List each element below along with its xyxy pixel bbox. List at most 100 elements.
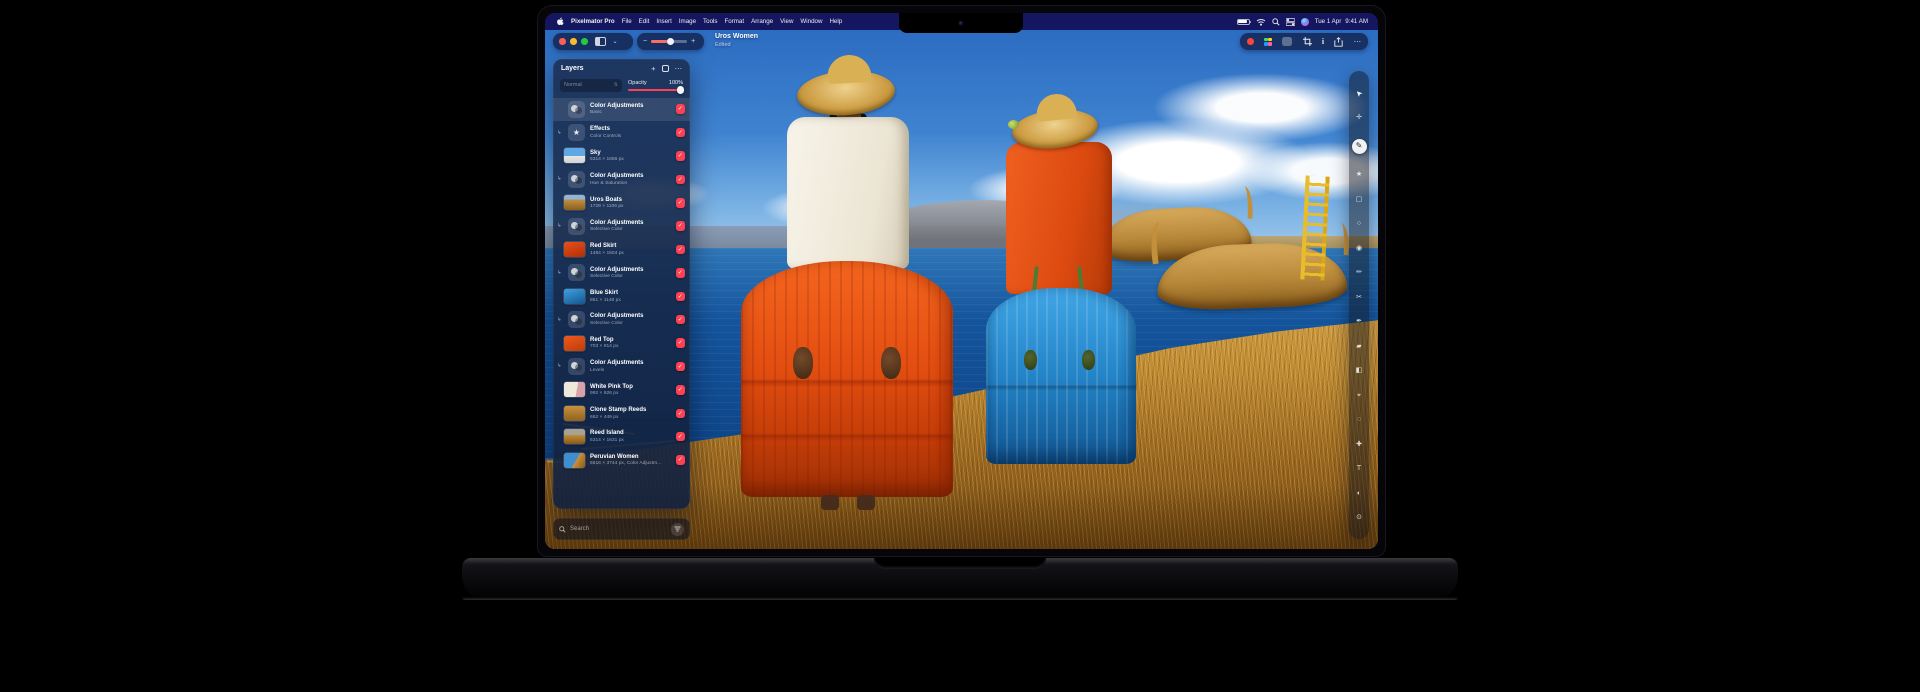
- layer-thumbnail: [564, 453, 585, 468]
- menu-item-app[interactable]: Pixelmator Pro: [571, 18, 615, 25]
- zoom-slider-knob[interactable]: [667, 38, 674, 45]
- layer-row[interactable]: ↳ Color AdjustmentsSelective Color ✓: [553, 261, 690, 284]
- visibility-checkbox[interactable]: ✓: [676, 315, 686, 325]
- layer-row[interactable]: Color AdjustmentsBasic ✓: [553, 98, 690, 121]
- more-button[interactable]: ⋯: [1353, 38, 1361, 46]
- filter-button[interactable]: [671, 523, 684, 536]
- layer-row[interactable]: Peruvian Women5616 × 3744 px, Color Adju…: [553, 448, 690, 471]
- siri-icon[interactable]: [1301, 18, 1309, 26]
- rect-selection-tool[interactable]: ▢: [1356, 196, 1363, 203]
- red-top: [1006, 142, 1112, 294]
- layer-options-icon[interactable]: [662, 65, 669, 72]
- menu-item-view[interactable]: View: [780, 18, 793, 25]
- menu-item-insert[interactable]: Insert: [656, 18, 671, 25]
- minimize-button[interactable]: [570, 38, 577, 45]
- visibility-checkbox[interactable]: ✓: [676, 175, 686, 185]
- visibility-checkbox[interactable]: ✓: [676, 245, 686, 255]
- layer-row[interactable]: Uros Boats1729 × 1106 px ✓: [553, 191, 690, 214]
- shape-tool[interactable]: ★: [1356, 171, 1362, 178]
- layer-row[interactable]: ↳ Color AdjustmentsLevels ✓: [553, 355, 690, 378]
- gradient-tool[interactable]: ▰: [1356, 343, 1361, 350]
- transform-tool[interactable]: ✛: [1356, 114, 1362, 121]
- zoom-slider[interactable]: [651, 40, 687, 43]
- layer-row[interactable]: ↳ Color AdjustmentsSelective Color ✓: [553, 308, 690, 331]
- layer-row[interactable]: Blue Skirt861 × 1148 px ✓: [553, 285, 690, 308]
- zoom-in-button[interactable]: +: [691, 38, 695, 45]
- visibility-checkbox[interactable]: ✓: [676, 104, 686, 114]
- clone-tool[interactable]: ◌: [1357, 416, 1361, 423]
- menu-clock[interactable]: Tue 1 Apr 9:41 AM: [1315, 18, 1368, 25]
- adjust-tool[interactable]: ◐: [1357, 490, 1361, 497]
- visibility-checkbox[interactable]: ✓: [676, 128, 686, 138]
- menu-item-image[interactable]: Image: [679, 18, 696, 25]
- visibility-checkbox[interactable]: ✓: [676, 268, 686, 278]
- fullscreen-button[interactable]: [581, 38, 588, 45]
- color-swatches-button[interactable]: [1264, 38, 1272, 46]
- opacity-slider[interactable]: [628, 89, 683, 92]
- visibility-checkbox[interactable]: ✓: [676, 432, 686, 442]
- close-button[interactable]: [559, 38, 566, 45]
- overlay-badge-button[interactable]: [1282, 37, 1292, 46]
- menu-item-arrange[interactable]: Arrange: [751, 18, 773, 25]
- braid-tassel: [1024, 350, 1037, 370]
- layer-row[interactable]: ↳ ★ EffectsColor Controls ✓: [553, 121, 690, 144]
- color-dot-button[interactable]: [1247, 38, 1254, 45]
- document-title: Uros Women: [715, 33, 758, 42]
- crop-button[interactable]: [1303, 37, 1312, 46]
- menu-item-help[interactable]: Help: [829, 18, 842, 25]
- menu-time: 9:41 AM: [1345, 18, 1368, 25]
- layer-row[interactable]: ↳ Color AdjustmentsHue & Saturation ✓: [553, 168, 690, 191]
- color-picker-tool[interactable]: ⌖: [1357, 392, 1361, 399]
- visibility-checkbox[interactable]: ✓: [676, 409, 686, 419]
- retouch-tool[interactable]: ✚: [1356, 441, 1362, 448]
- quick-selection-tool[interactable]: ◉: [1356, 245, 1362, 252]
- layer-row[interactable]: Sky5314 × 1656 px ✓: [553, 144, 690, 167]
- control-center-icon[interactable]: [1286, 18, 1295, 26]
- visibility-checkbox[interactable]: ✓: [676, 338, 686, 348]
- spotlight-search-icon[interactable]: [1272, 18, 1280, 26]
- fill-tool[interactable]: ◧: [1356, 367, 1363, 374]
- add-layer-button[interactable]: +: [651, 65, 655, 73]
- layer-search-bar[interactable]: Search: [553, 518, 690, 540]
- zoom-out-button[interactable]: −: [643, 38, 647, 45]
- arrange-tool[interactable]: ➤: [1354, 87, 1364, 97]
- chevron-down-icon[interactable]: ⌄: [613, 38, 618, 45]
- window-controls-pill: ⌄: [553, 33, 633, 50]
- toggle-sidebar-icon[interactable]: [595, 37, 606, 46]
- pen-tool[interactable]: ✒: [1356, 318, 1362, 325]
- layer-row[interactable]: Red Top703 × 914 px ✓: [553, 331, 690, 354]
- menu-item-tools[interactable]: Tools: [703, 18, 717, 25]
- opacity-slider-knob[interactable]: [677, 86, 685, 94]
- visibility-checkbox[interactable]: ✓: [676, 385, 686, 395]
- layer-row[interactable]: White Pink Top992 × 926 px ✓: [553, 378, 690, 401]
- visibility-checkbox[interactable]: ✓: [676, 198, 686, 208]
- panel-more-button[interactable]: ⋯: [675, 65, 683, 73]
- window-title-block: Uros Women Edited: [715, 33, 758, 49]
- visibility-checkbox[interactable]: ✓: [676, 455, 686, 465]
- info-button[interactable]: i: [1322, 37, 1324, 46]
- lasso-tool[interactable]: ○: [1357, 220, 1361, 227]
- visibility-checkbox[interactable]: ✓: [676, 362, 686, 372]
- visibility-checkbox[interactable]: ✓: [676, 221, 686, 231]
- visibility-checkbox[interactable]: ✓: [676, 292, 686, 302]
- zoom-tool[interactable]: ⊙: [1356, 514, 1362, 521]
- menu-item-window[interactable]: Window: [800, 18, 822, 25]
- orange-skirt: [741, 261, 953, 497]
- battery-icon[interactable]: [1237, 19, 1250, 25]
- text-tool[interactable]: T: [1357, 465, 1361, 472]
- layer-row[interactable]: Clone Stamp Reeds662 × 449 px ✓: [553, 402, 690, 425]
- paint-tool[interactable]: ✏: [1356, 269, 1362, 276]
- apple-menu-icon[interactable]: [556, 17, 564, 26]
- slice-tool[interactable]: ✂: [1356, 294, 1362, 301]
- visibility-checkbox[interactable]: ✓: [676, 151, 686, 161]
- menu-item-file[interactable]: File: [622, 18, 632, 25]
- layer-row[interactable]: ↳ Color AdjustmentsSelective Color ✓: [553, 214, 690, 237]
- blend-mode-select[interactable]: Normal ⇅: [560, 79, 622, 92]
- layer-row[interactable]: Red Skirt1484 × 1504 px ✓: [553, 238, 690, 261]
- share-button[interactable]: [1334, 37, 1343, 47]
- menu-item-edit[interactable]: Edit: [639, 18, 650, 25]
- layer-row[interactable]: Reed Island5314 × 1631 px ✓: [553, 425, 690, 448]
- wifi-icon[interactable]: [1256, 18, 1266, 26]
- menu-item-format[interactable]: Format: [724, 18, 744, 25]
- repair-tool[interactable]: ✎: [1352, 139, 1367, 154]
